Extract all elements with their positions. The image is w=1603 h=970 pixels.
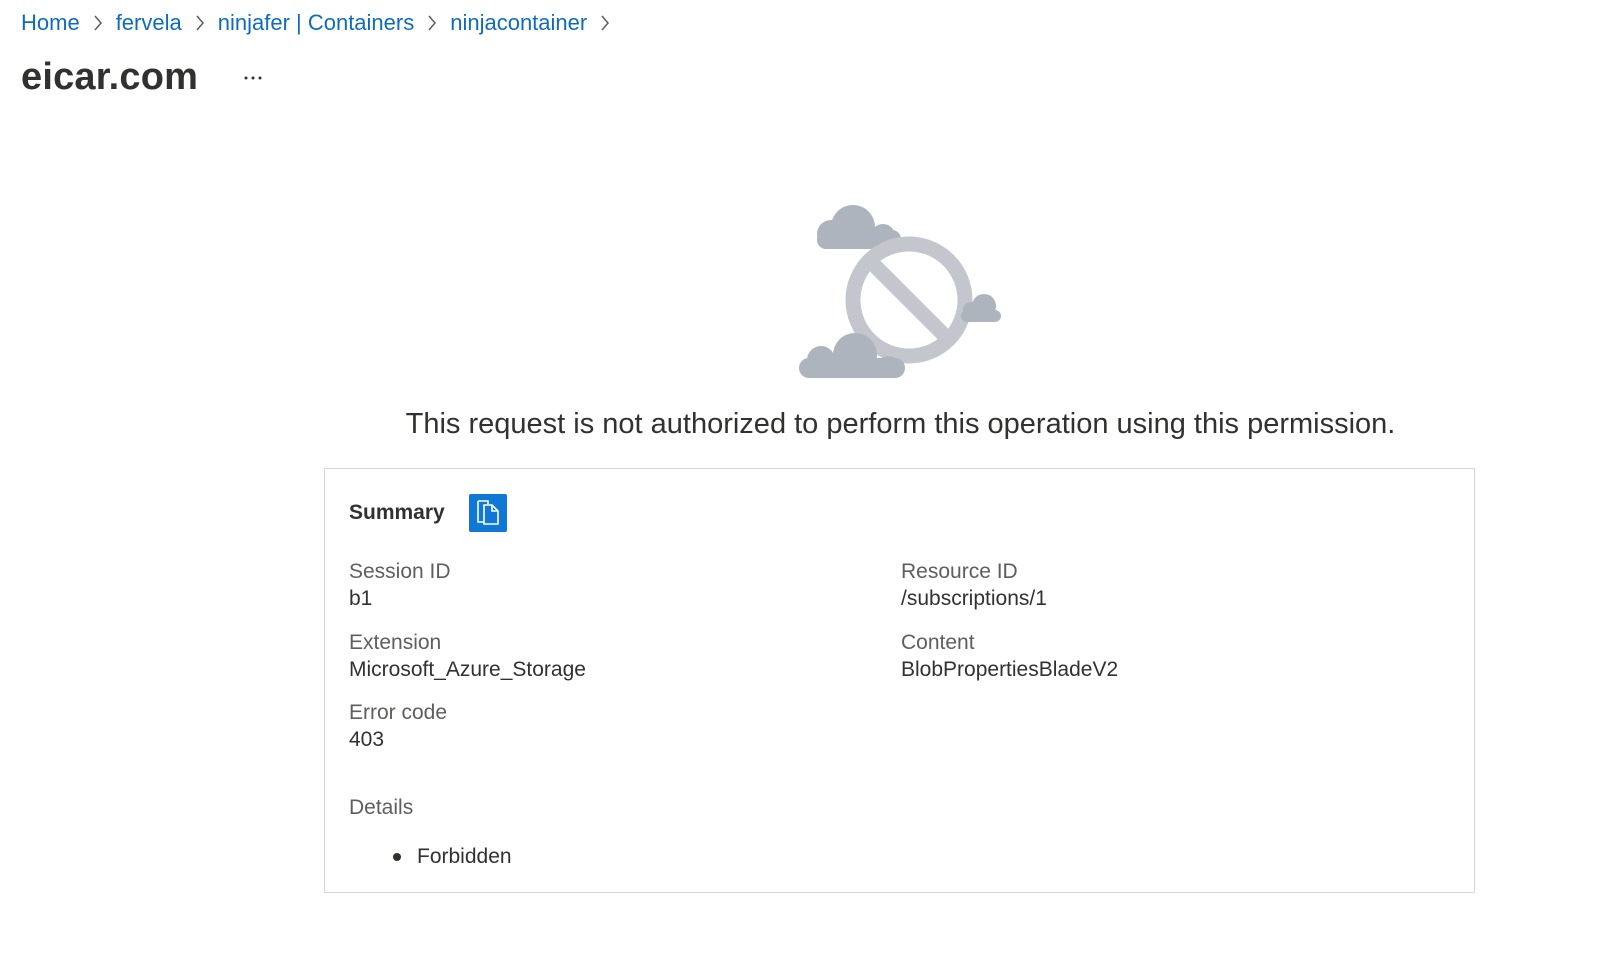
page-title: eicar.com [21, 55, 199, 98]
extension-value: Microsoft_Azure_Storage [349, 658, 586, 681]
summary-title: Summary [349, 501, 445, 524]
content-field: Content BlobPropertiesBladeV2 [901, 630, 1118, 684]
list-item: Forbidden [389, 845, 512, 869]
extension-label: Extension [349, 631, 442, 654]
error-code-label: Error code [349, 701, 448, 724]
summary-panel: Summary Session ID b1 Resource ID /subsc… [324, 468, 1475, 893]
details-item-text: Forbidden [417, 845, 512, 868]
copy-icon [475, 496, 501, 531]
copy-button[interactable] [468, 494, 507, 532]
resource-id-label: Resource ID [901, 560, 1018, 583]
details-label: Details [349, 796, 414, 819]
breadcrumb-home[interactable]: Home [21, 10, 80, 36]
resource-id-field: Resource ID /subscriptions/1 [901, 559, 1047, 613]
summary-header: Summary [349, 494, 507, 532]
content-label: Content [901, 631, 975, 654]
chevron-right-icon [414, 8, 450, 38]
bullet-icon [393, 853, 401, 861]
chevron-right-icon [80, 8, 116, 38]
content-value: BlobPropertiesBladeV2 [901, 658, 1119, 681]
extension-field: Extension Microsoft_Azure_Storage [349, 630, 586, 684]
session-id-value: b1 [349, 587, 373, 610]
error-code-field: Error code 403 [349, 700, 447, 754]
breadcrumb-fervela[interactable]: fervela [116, 10, 182, 36]
error-message: This request is not authorized to perfor… [405, 408, 1396, 440]
more-options-button[interactable] [238, 62, 268, 92]
details-list: Forbidden [389, 845, 512, 869]
chevron-right-icon [587, 8, 623, 38]
breadcrumb-ninjacontainer[interactable]: ninjacontainer [450, 10, 587, 36]
ellipsis-icon [243, 68, 263, 86]
chevron-right-icon [182, 8, 218, 38]
session-id-label: Session ID [349, 560, 451, 583]
breadcrumb-containers[interactable]: ninjafer | Containers [218, 10, 415, 36]
resource-id-value: /subscriptions/1 [901, 587, 1047, 610]
session-id-field: Session ID b1 [349, 559, 451, 613]
blocked-cloud-icon [795, 200, 1010, 385]
breadcrumb: Home fervela ninjafer | Containers ninja… [21, 8, 623, 38]
error-code-value: 403 [349, 728, 385, 751]
title-row: eicar.com [21, 52, 268, 102]
